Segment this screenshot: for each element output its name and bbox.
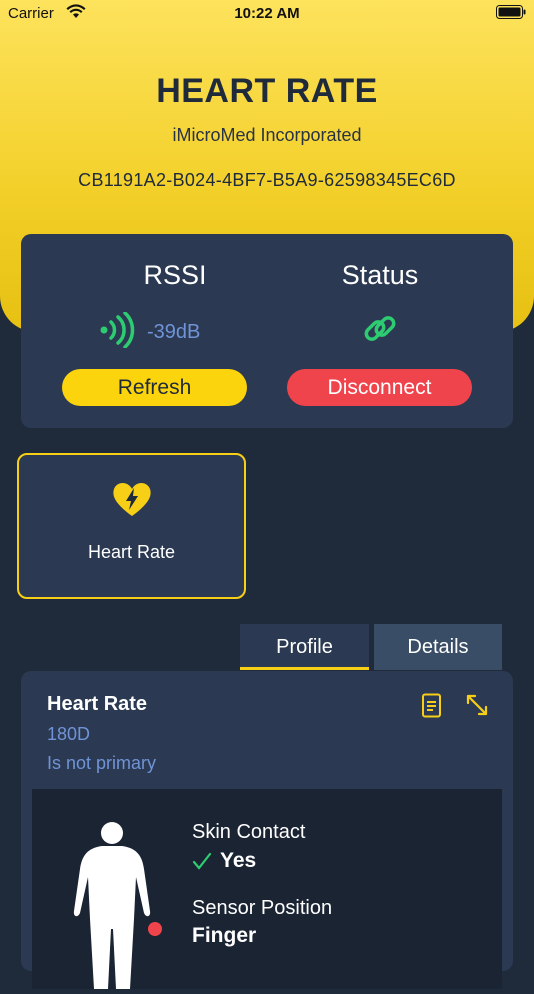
clock: 10:22 AM [234, 5, 300, 22]
battery-icon [496, 5, 526, 19]
rssi-value: -39dB [147, 321, 201, 343]
characteristic-uuid: 180D [47, 724, 91, 744]
human-body-icon [62, 819, 162, 994]
refresh-button[interactable]: Refresh [62, 369, 247, 406]
manufacturer-name: iMicroMed Incorporated [172, 125, 362, 145]
characteristic-title: Heart Rate [47, 693, 148, 715]
expand-icon[interactable] [465, 693, 489, 722]
sensor-position-label: Sensor Position [192, 897, 333, 919]
connection-card: RSSI Status -39dB Refresh Disconnect [21, 234, 513, 428]
rssi-title: RSSI [143, 260, 207, 290]
skin-contact-label: Skin Contact [192, 821, 306, 843]
heart-bolt-icon [112, 481, 152, 522]
characteristic-value-panel: Skin Contact Yes Sensor Position Finger [32, 789, 502, 989]
signal-icon [99, 311, 137, 353]
primary-status: Is not primary [47, 753, 157, 773]
status-title: Status [341, 260, 419, 290]
tab-profile[interactable]: Profile [240, 624, 369, 670]
disconnect-button[interactable]: Disconnect [287, 369, 472, 406]
service-tile-heart-rate[interactable]: Heart Rate [17, 453, 246, 599]
rssi-row: -39dB [99, 311, 201, 353]
device-uuid: CB1191A2-B024-4BF7-B5A9-62598345EC6D [78, 170, 456, 190]
tab-details[interactable]: Details [374, 624, 502, 670]
characteristic-card: Heart Rate 180D Is not primary Skin Cont… [21, 671, 513, 989]
device-name: HEART RATE [156, 72, 378, 110]
skin-contact-value: Yes [220, 849, 257, 872]
service-label: Heart Rate [87, 542, 176, 562]
check-icon [192, 851, 212, 876]
sensor-position-value: Finger [192, 924, 257, 947]
document-icon[interactable] [421, 693, 443, 724]
status-bar: Carrier 10:22 AM [0, 0, 534, 28]
link-icon [362, 311, 398, 352]
